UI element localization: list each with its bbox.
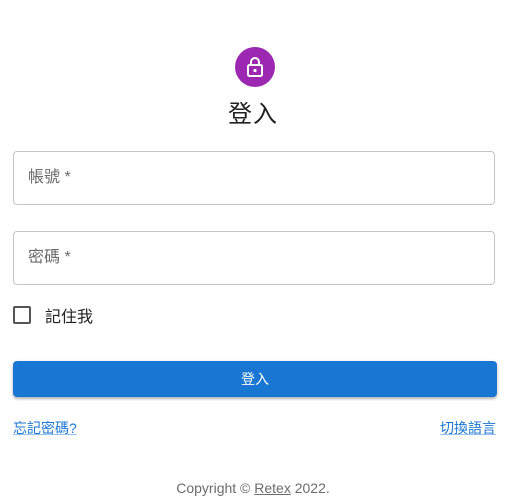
password-input[interactable] <box>14 232 494 284</box>
username-field[interactable] <box>13 151 495 205</box>
lock-icon <box>247 57 263 77</box>
remember-me-control[interactable]: 記住我 <box>13 303 93 327</box>
remember-me-label: 記住我 <box>45 309 94 326</box>
copyright-prefix: Copyright © <box>176 480 255 496</box>
password-field[interactable] <box>13 231 495 285</box>
remember-me-checkbox[interactable] <box>13 306 31 324</box>
username-input[interactable] <box>14 152 494 204</box>
company-link[interactable]: Retex <box>254 480 291 496</box>
page-title: 登入 <box>228 101 278 128</box>
copyright-footer: Copyright © Retex 2022. <box>0 480 506 496</box>
login-button[interactable]: 登入 <box>13 361 497 397</box>
login-page: 登入 記住我 登入 忘記密碼? 切換語言 Copyright © Retex 2… <box>0 0 506 501</box>
copyright-suffix: 2022. <box>290 480 330 496</box>
avatar <box>235 47 275 87</box>
switch-language-link[interactable]: 切換語言 <box>440 418 496 438</box>
forgot-password-link[interactable]: 忘記密碼? <box>13 418 77 438</box>
